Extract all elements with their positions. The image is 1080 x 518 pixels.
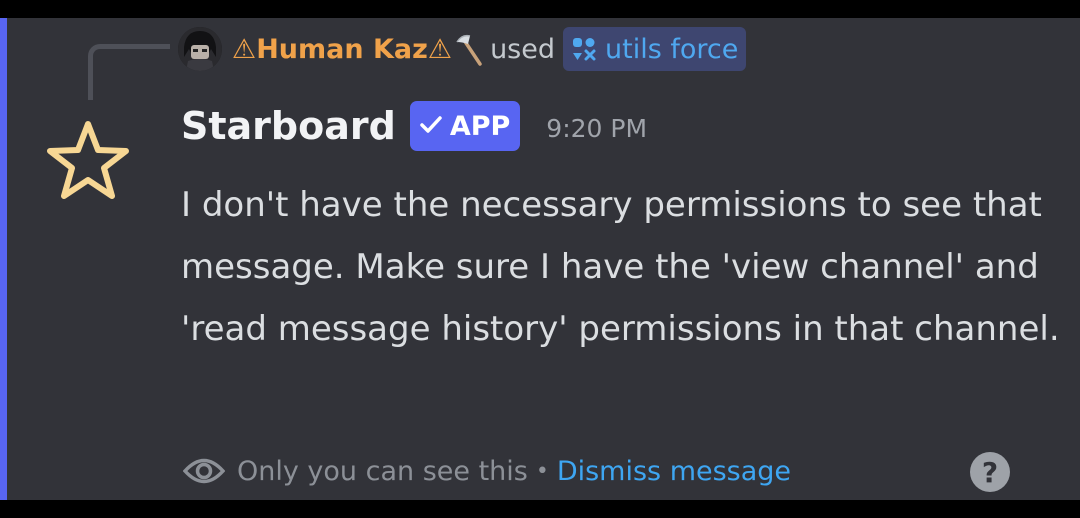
app-badge-label: APP <box>449 110 511 142</box>
bot-avatar[interactable] <box>40 114 136 210</box>
help-circle-icon[interactable]: ? <box>970 452 1010 492</box>
dismiss-message-link[interactable]: Dismiss message <box>557 456 791 487</box>
bot-username[interactable]: Starboard <box>181 104 396 148</box>
app-command-icon <box>571 36 597 62</box>
command-reply-header: ⚠Human Kaz⚠ used utils force <box>178 26 747 72</box>
visibility-notice: Only you can see this <box>237 455 528 487</box>
star-outline-icon <box>40 121 136 214</box>
message-timestamp[interactable]: 9:20 PM <box>546 114 647 143</box>
user-avatar[interactable] <box>178 27 222 71</box>
app-badge: APP <box>409 101 521 151</box>
highlight-accent-bar <box>0 18 7 500</box>
footer-separator: • <box>535 458 549 484</box>
eye-icon <box>183 456 225 486</box>
ephemeral-message: ⚠Human Kaz⚠ used utils force Starboard A… <box>0 18 1080 500</box>
ephemeral-footer: Only you can see this • Dismiss message <box>183 450 791 492</box>
command-mention[interactable]: utils force <box>563 27 747 71</box>
command-name: utils force <box>605 33 739 65</box>
help-label: ? <box>981 455 999 489</box>
axe-icon <box>454 32 484 66</box>
reply-connector <box>88 44 170 100</box>
reply-username[interactable]: ⚠Human Kaz⚠ <box>232 34 452 65</box>
checkmark-icon <box>420 111 442 142</box>
reply-action: used <box>490 33 555 65</box>
message-header: Starboard APP 9:20 PM <box>181 98 647 154</box>
message-content: I don't have the necessary permissions t… <box>181 185 1060 349</box>
